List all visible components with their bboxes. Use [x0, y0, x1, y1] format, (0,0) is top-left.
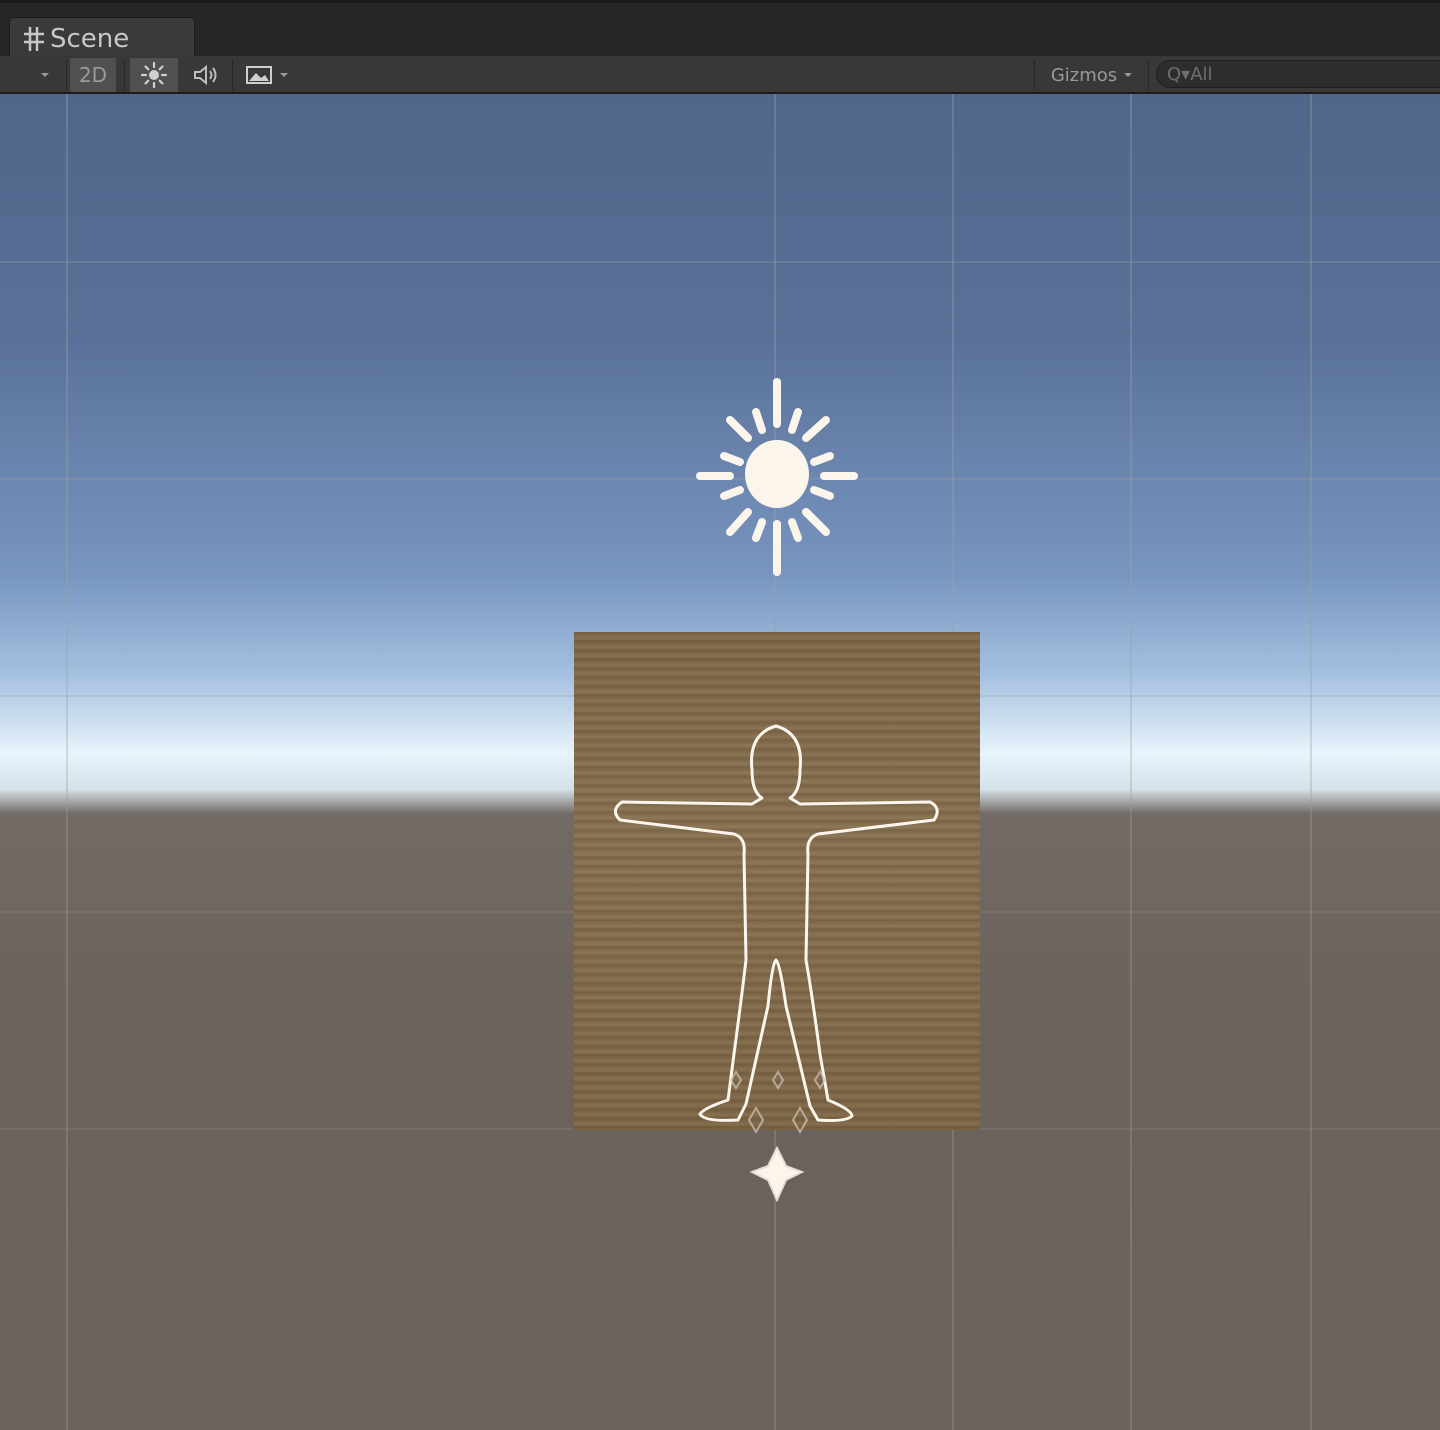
scene-lighting-toggle[interactable]	[130, 58, 178, 92]
gizmos-dropdown[interactable]: Gizmos	[1040, 58, 1144, 92]
star-pivot-icon[interactable]	[749, 1145, 805, 1203]
speaker-icon	[194, 64, 217, 86]
dropdown-arrow-icon	[41, 73, 49, 77]
gizmos-label: Gizmos	[1050, 64, 1118, 86]
scene-audio-toggle[interactable]	[184, 58, 228, 92]
2d-mode-toggle[interactable]: 2D	[70, 58, 116, 92]
directional-light-gizmo[interactable]	[696, 378, 858, 576]
tab-scene-label: Scene	[50, 23, 130, 54]
scene-grid-icon	[24, 26, 44, 51]
scene-effects-dropdown[interactable]	[236, 58, 298, 92]
image-icon	[246, 66, 272, 84]
scene-gizmos-layer	[614, 378, 939, 1203]
sun-icon	[745, 440, 809, 508]
scene-viewport[interactable]	[0, 94, 1440, 1430]
shading-mode-dropdown[interactable]	[30, 58, 60, 92]
dropdown-arrow-icon	[280, 73, 288, 77]
2d-mode-label: 2D	[78, 63, 108, 87]
humanoid-outline[interactable]	[614, 724, 939, 1122]
sun-icon	[141, 62, 167, 88]
tab-bar: Scene	[0, 0, 1440, 59]
search-placeholder: Q▾All	[1167, 63, 1213, 85]
scene-search-input[interactable]: Q▾All	[1156, 60, 1440, 88]
tab-scene[interactable]: Scene	[9, 17, 195, 59]
dropdown-arrow-icon	[1124, 73, 1133, 77]
